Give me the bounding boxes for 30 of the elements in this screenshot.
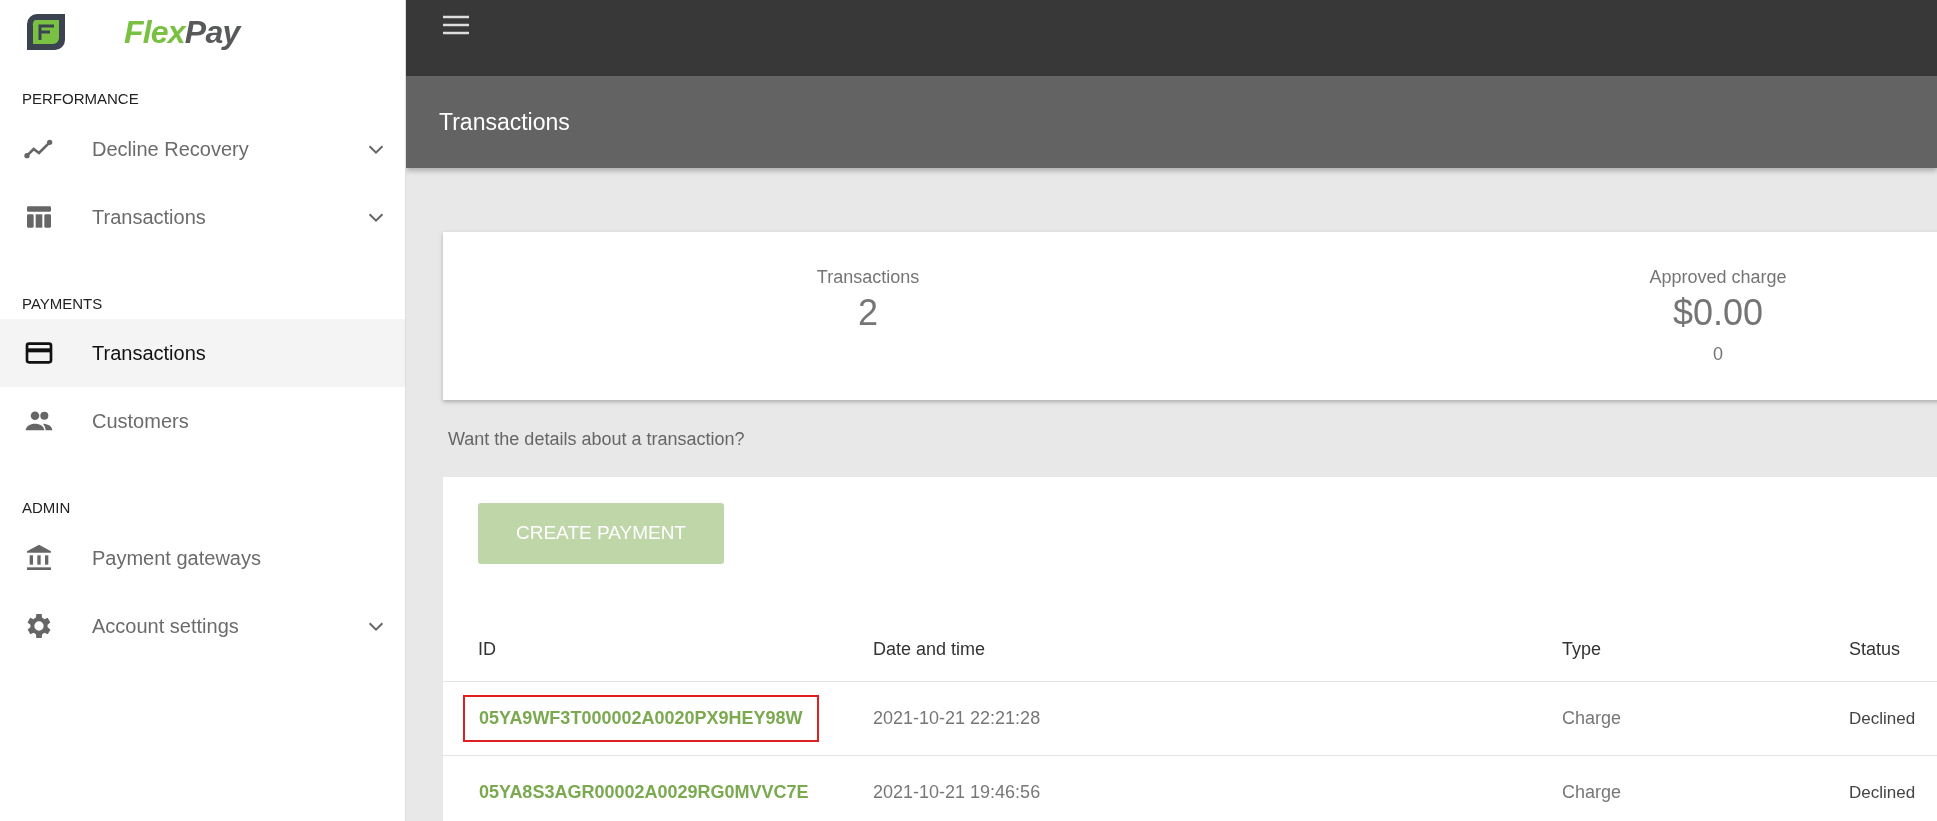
stat-value: $0.00 [1672, 291, 1764, 335]
column-header: Status [1849, 638, 1901, 661]
sidebar-item[interactable]: Transactions [0, 319, 405, 387]
sidebar-item[interactable]: Payment gateways [0, 523, 405, 592]
stat-value: 2 [858, 291, 878, 335]
transaction-id-link[interactable]: 05YA9WF3T000002A0020PX9HEY98W [463, 695, 819, 742]
column-header: Type [1562, 638, 1602, 661]
column-header: Date and time [873, 638, 986, 661]
transaction-id-link[interactable]: 05YA8S3AGR00002A0029RG0MVVC7E [463, 769, 825, 816]
sidebar-item[interactable]: Decline Recovery [0, 114, 405, 183]
column-header: ID [478, 638, 496, 661]
menu-icon[interactable] [442, 14, 470, 36]
table-cell-text: Charge [1562, 781, 1622, 804]
stat-label: Approved charge [1649, 266, 1787, 289]
stat-label: Transactions [816, 266, 920, 289]
stat-subvalue: 0 [1713, 343, 1723, 366]
sidebar-item[interactable]: Customers [0, 387, 405, 455]
sidebar-item[interactable]: Transactions [0, 182, 405, 251]
page-header: Transactions [406, 76, 1937, 168]
table-cell-text: 2021-10-21 22:21:28 [873, 707, 1041, 730]
table-cell-text: Declined [1849, 781, 1916, 804]
table-cell-text: Charge [1562, 707, 1622, 730]
sidebar-item[interactable]: Account settings [0, 591, 405, 660]
table-cell-text: 2021-10-21 19:46:56 [873, 781, 1041, 804]
section-heading: PAYMENTS [21, 293, 104, 314]
details-prompt: Want the details about a transaction? [448, 428, 746, 451]
section-heading: PERFORMANCE [21, 89, 140, 109]
section-heading: ADMIN [21, 498, 72, 518]
brand-name: FlexPay [124, 16, 240, 48]
table-cell-text: Declined [1849, 707, 1916, 730]
